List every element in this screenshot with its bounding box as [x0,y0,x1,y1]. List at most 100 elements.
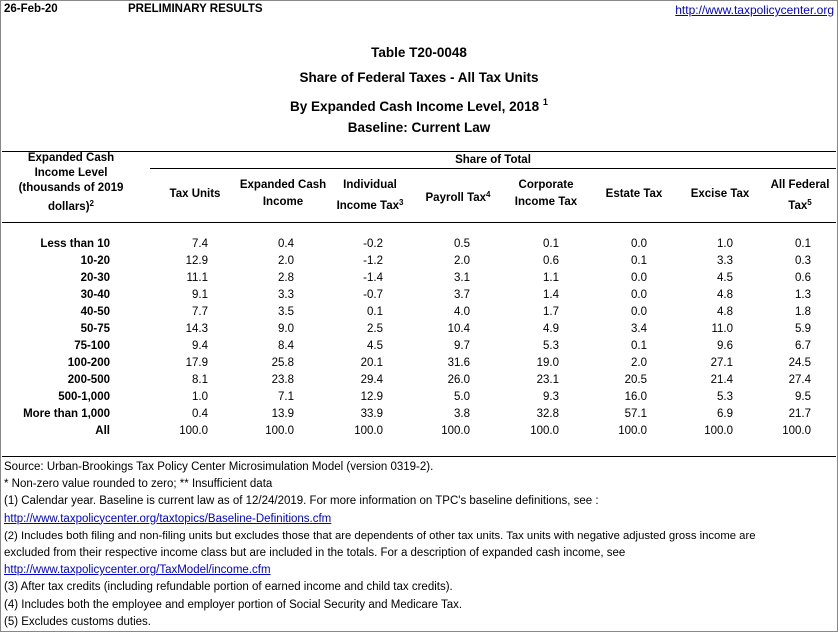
table-cell: 0.1 [367,306,383,318]
table-cell: 57.1 [624,408,647,420]
table-row: 200-500 8.1 23.8 29.4 26.0 23.1 20.5 21.4 27.4 [0,373,838,390]
table-cell: 1.3 [795,289,811,301]
table-cell: 12.9 [360,391,383,403]
table-cell: 2.0 [631,357,647,369]
row-label: 30-40 [80,289,110,301]
table-cell: 4.8 [717,289,733,301]
table-cell: 6.9 [717,408,733,420]
table-cell: 9.0 [278,323,294,335]
table-row: 100-200 17.9 25.8 20.1 31.6 19.0 2.0 27.1 24.5 [0,356,838,373]
footnote-5: (5) Excludes customs duties. [4,615,152,628]
table-cell: 21.7 [788,408,811,420]
report-status: PRELIMINARY RESULTS [128,3,263,15]
baseline-definitions-link[interactable]: http://www.taxpolicycenter.org/taxtopics… [4,513,331,525]
table-cell: 16.0 [624,391,647,403]
table-cell: 0.0 [631,238,647,250]
table-cell: 1.8 [795,306,811,318]
footnote-source: Source: Urban-Brookings Tax Policy Cente… [4,461,434,473]
table-cell: 9.4 [192,340,208,352]
column-header: Expanded Cash Income [239,179,327,208]
column-header: Tax Units [169,188,221,200]
table-cell: 19.0 [536,357,559,369]
table-cell: 0.0 [631,272,647,284]
table-row: 40-50 7.7 3.5 0.1 4.0 1.7 0.0 4.8 1.8 [0,305,838,322]
footnote-ref: 1 [542,97,548,107]
row-label: 40-50 [80,306,110,318]
table-cell: 20.1 [360,357,383,369]
table-cell: 1.0 [717,238,733,250]
table-cell: 4.5 [717,272,733,284]
table-cell: 100.0 [354,425,383,437]
row-label: 10-20 [80,255,110,267]
table-cell: 3.4 [631,323,647,335]
table-cell: 1.1 [543,272,559,284]
table-cell: 33.9 [360,408,383,420]
table-cell: 7.4 [192,238,208,250]
table-row: 75-100 9.4 8.4 4.5 9.7 5.3 0.1 9.6 6.7 [0,339,838,356]
table-cell: 5.9 [795,323,811,335]
table-cell: 0.0 [631,306,647,318]
column-header: All Federal Tax5 [770,179,830,212]
header-bottom-rule [2,222,836,223]
row-label: 75-100 [74,340,110,352]
row-label: 50-75 [80,323,110,335]
footnote-1: (1) Calendar year. Baseline is current l… [4,495,599,508]
table-cell: -0.7 [363,289,383,301]
table-level: By Expanded Cash Income Level, 2018 1 [290,97,548,114]
table-cell: 1.7 [543,306,559,318]
table-subject: Share of Federal Taxes - All Tax Units [299,70,539,85]
footnote-2: (2) Includes both filing and non-filing … [4,529,756,542]
table-row: More than 1,000 0.4 13.9 33.9 3.8 32.8 57.1 6.9… [0,407,838,424]
table-cell: 4.5 [367,340,383,352]
table-row: 50-75 14.3 9.0 2.5 10.4 4.9 3.4 11.0 5.9 [0,322,838,339]
column-header: Excise Tax [690,188,750,200]
table-cell: 29.4 [360,374,383,386]
table-cell: 0.1 [631,255,647,267]
table-cell: 12.9 [185,255,208,267]
table-bottom-rule [2,456,836,457]
table-cell: 0.0 [631,289,647,301]
table-cell: 3.3 [278,289,294,301]
footnotes: Source: Urban-Brookings Tax Policy Cente… [4,459,834,631]
table-cell: 9.5 [795,391,811,403]
column-header: Corporate Income Tax [514,179,578,208]
row-label: More than 1,000 [23,408,110,420]
table-cell: 8.4 [278,340,294,352]
row-label: 20-30 [80,272,110,284]
tpc-website-link[interactable]: http://www.taxpolicycenter.org [675,3,834,17]
table-cell: 100.0 [441,425,470,437]
table-cell: 11.1 [186,272,208,284]
table-cell: 100.0 [265,425,294,437]
table-cell: -0.2 [363,238,383,250]
table-cell: 17.9 [185,357,208,369]
table-cell: 0.3 [795,255,811,267]
table-cell: 23.8 [271,374,294,386]
report-date: 26-Feb-20 [4,3,58,15]
table-cell: 9.1 [192,289,208,301]
row-label: 100-200 [67,357,110,369]
table-cell: -1.4 [363,272,383,284]
table-cell: -1.2 [363,255,383,267]
table-cell: 5.3 [717,391,733,403]
table-cell: 32.8 [536,408,559,420]
table-titles: Table T20-0048 Share of Federal Taxes - … [0,40,838,140]
table-cell: 2.8 [278,272,294,284]
table-cell: 100.0 [704,425,733,437]
table-cell: 3.1 [454,272,470,284]
row-label: 200-500 [67,374,110,386]
table-cell: 9.6 [717,340,733,352]
table-row: Less than 10 7.4 0.4 -0.2 0.5 0.1 0.0 1.0 0.1 [0,237,838,254]
table-row: 500-1,000 1.0 7.1 12.9 5.0 9.3 16.0 5.3 9.5 [0,390,838,407]
income-definition-link[interactable]: http://www.taxpolicycenter.org/TaxModel/… [4,564,271,576]
table-cell: 9.7 [454,340,470,352]
table-cell: 25.8 [271,357,294,369]
table-cell: 3.3 [717,255,733,267]
table-id: Table T20-0048 [371,45,467,60]
table-cell: 4.8 [717,306,733,318]
table-row: 30-40 9.1 3.3 -0.7 3.7 1.4 0.0 4.8 1.3 [0,288,838,305]
table-cell: 14.3 [185,323,208,335]
table-cell: 5.3 [543,340,559,352]
table-row: All 100.0 100.0 100.0 100.0 100.0 100.0 100.0 10… [0,424,838,441]
table-cell: 24.5 [788,357,811,369]
table-cell: 9.3 [543,391,559,403]
